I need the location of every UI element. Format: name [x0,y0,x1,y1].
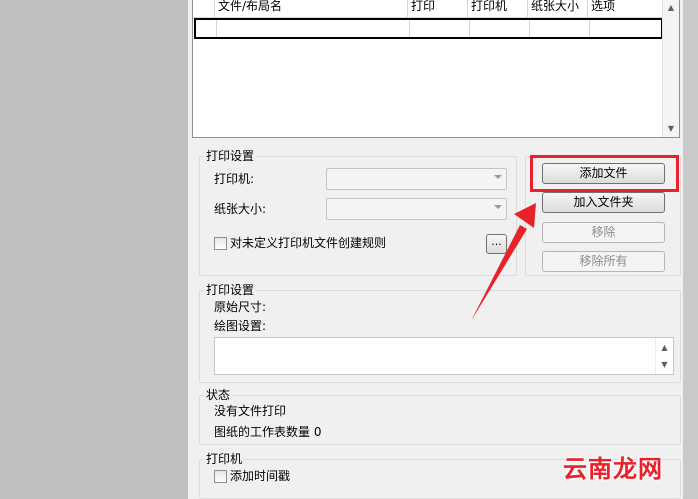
background-right-edge [683,0,698,499]
list-row-selected[interactable] [194,18,663,39]
column-header-options[interactable]: 选项 [588,0,665,17]
timestamp-checkbox[interactable] [214,470,227,483]
chevron-down-icon [494,175,502,179]
column-header-file-layout[interactable]: 文件/布局名 [215,0,408,17]
file-list[interactable]: 文件/布局名 打印 打印机 纸张大小 选项 ▲ ▼ [192,0,680,138]
scroll-down-icon[interactable]: ▼ [656,358,673,372]
print-settings-title: 打印设置 [204,149,257,163]
list-scrollbar[interactable]: ▲ ▼ [662,0,679,137]
highlight-box-annotation [530,155,679,192]
remove-all-button[interactable]: 移除所有 [542,251,665,272]
arrow-head [514,203,536,228]
paper-size-label: 纸张大小: [214,202,267,216]
sheet-count-label: 图纸的工作表数量 [214,425,311,439]
row-divider [529,20,530,37]
sheet-count-value: 0 [313,425,322,439]
original-size-label: 原始尺寸: [214,300,267,314]
plot-info-title: 打印设置 [204,283,257,297]
watermark-logo: 云南龙网 [563,454,663,483]
scroll-up-icon[interactable]: ▲ [663,0,679,16]
file-list-header: 文件/布局名 打印 打印机 纸张大小 选项 [193,0,665,18]
background-left-panel [0,0,188,499]
printer-label: 打印机: [214,172,255,186]
column-header-paper-size[interactable]: 纸张大小 [528,0,588,17]
textarea-scrollbar[interactable]: ▲ ▼ [655,338,673,374]
scroll-down-icon[interactable]: ▼ [663,121,679,137]
create-rule-checkbox[interactable] [214,237,227,250]
arrow-shaft [471,225,527,321]
status-title: 状态 [204,388,233,402]
timestamp-label[interactable]: 添加时间戳 [230,469,290,483]
row-divider [409,20,410,37]
add-folder-button[interactable]: 加入文件夹 [542,192,665,213]
scroll-up-icon[interactable]: ▲ [656,341,673,355]
row-divider [589,20,590,37]
column-header-printer[interactable]: 打印机 [468,0,528,17]
plot-settings-textarea[interactable]: ▲ ▼ [214,337,674,375]
plot-settings-label: 绘图设置: [214,319,267,333]
column-header-print[interactable]: 打印 [408,0,468,17]
printer-select[interactable] [326,168,507,190]
red-arrow-annotation [471,203,536,321]
create-rule-label[interactable]: 对未定义打印机文件创建规则 [230,236,386,250]
printer-group-title: 打印机 [204,452,245,466]
row-divider [469,20,470,37]
remove-button[interactable]: 移除 [542,222,665,243]
sheet-count-text: 图纸的工作表数量 0 [214,425,321,439]
row-divider [216,20,217,37]
column-header-blank[interactable] [193,0,215,17]
status-no-files-text: 没有文件打印 [214,404,287,418]
